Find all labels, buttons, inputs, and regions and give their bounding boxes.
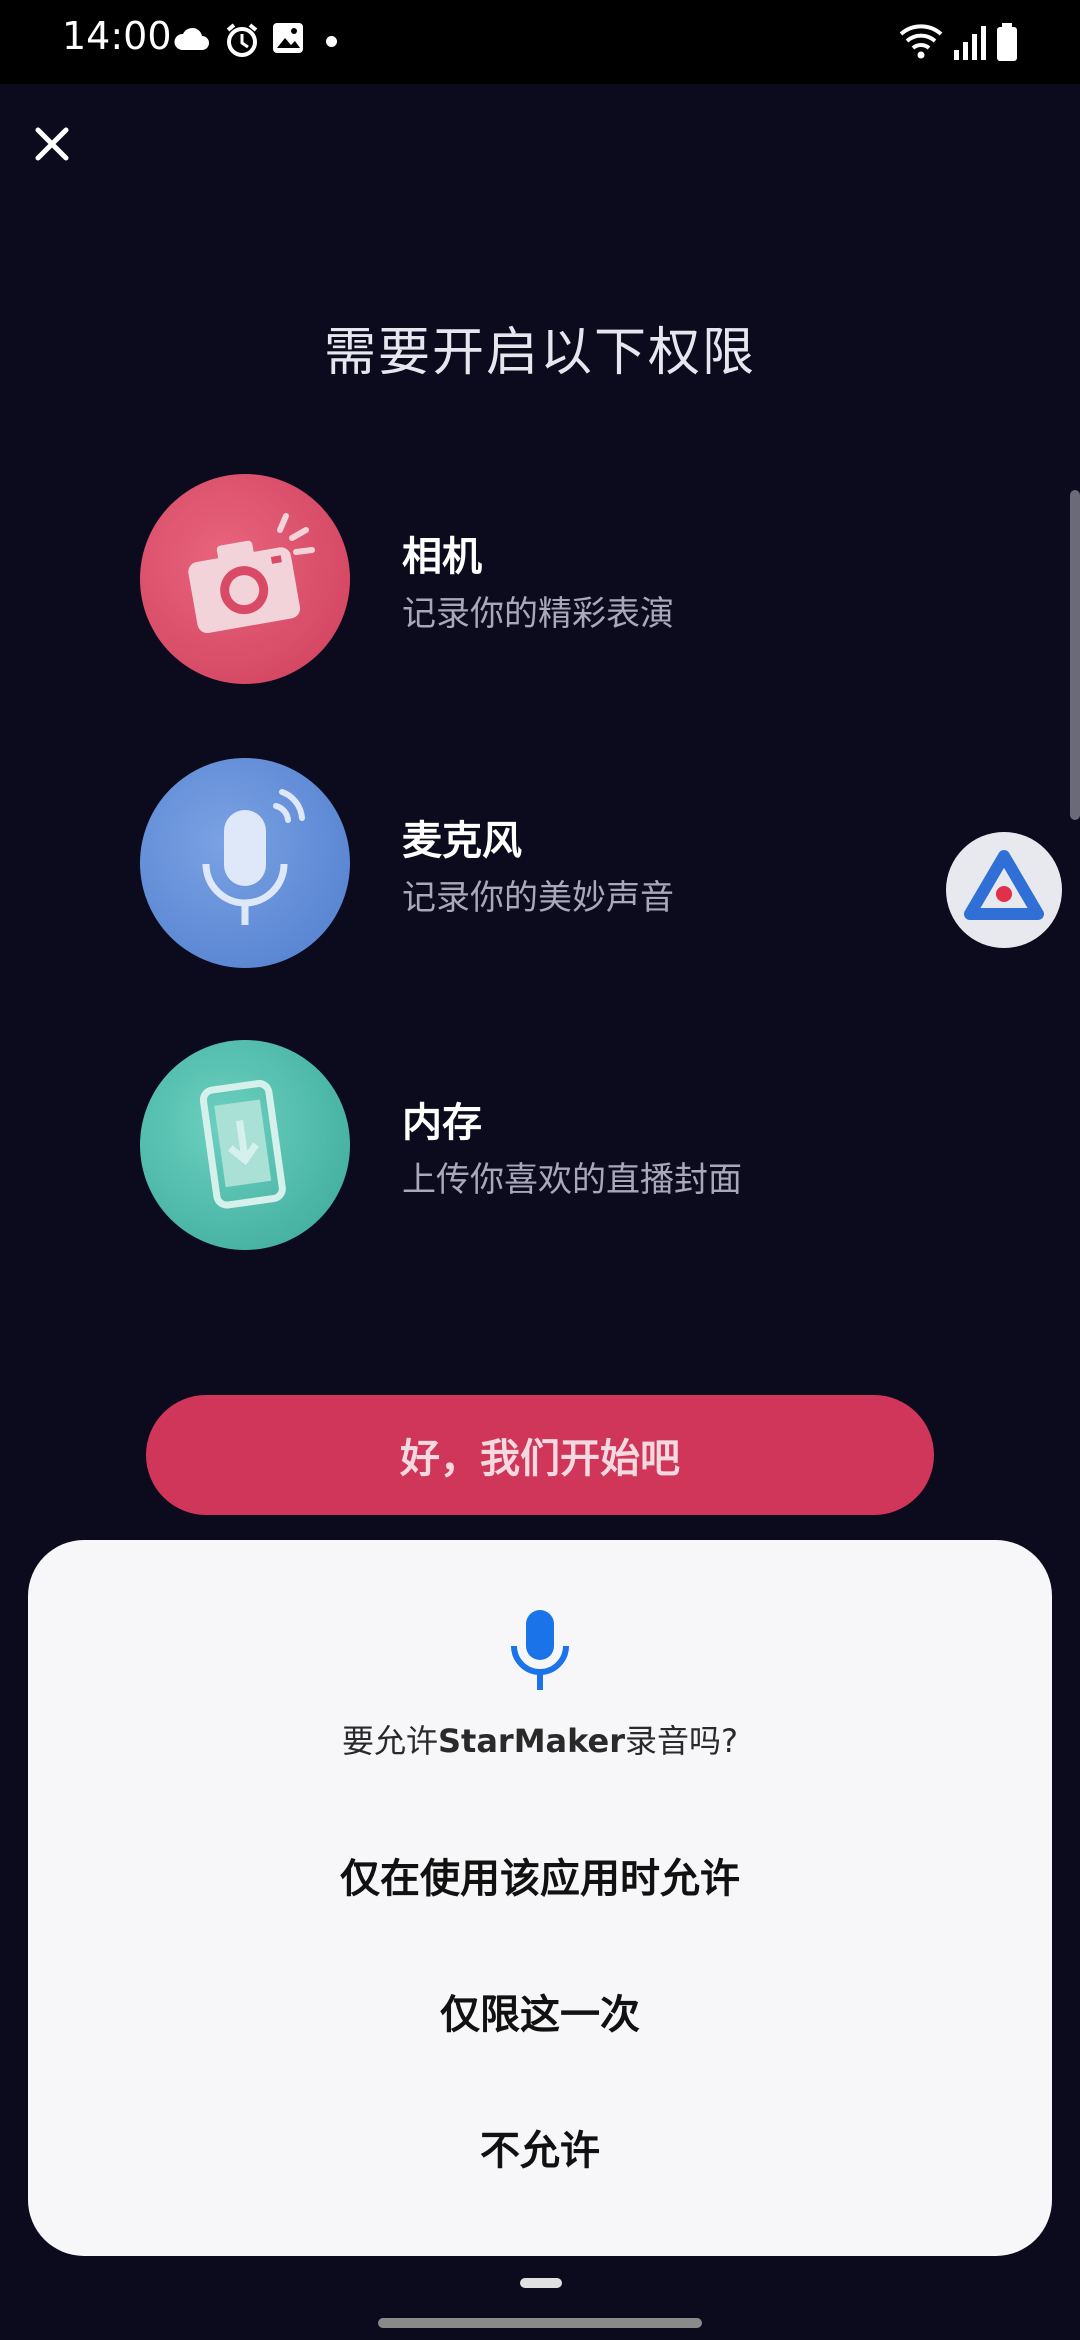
permission-item-storage: 内存 上传你喜欢的直播封面 xyxy=(140,1040,940,1250)
signal-icon xyxy=(954,26,986,60)
app-name: StarMaker xyxy=(437,1722,626,1760)
sheet-handle[interactable] xyxy=(520,2278,562,2288)
permission-description: 记录你的美妙声音 xyxy=(402,878,674,918)
image-icon xyxy=(273,23,303,53)
scroll-indicator xyxy=(1070,490,1080,820)
camera-badge xyxy=(140,474,350,684)
close-icon[interactable] xyxy=(30,122,74,166)
camera-icon xyxy=(188,513,315,634)
alarm-icon xyxy=(226,23,258,57)
question-suffix: 录音吗? xyxy=(625,1722,739,1760)
storage-badge xyxy=(140,1040,350,1250)
allow-while-using-button[interactable]: 仅在使用该应用时允许 xyxy=(88,1820,992,1930)
floating-assistant-button[interactable] xyxy=(946,832,1062,948)
assistant-logo-icon xyxy=(964,850,1044,920)
permission-item-microphone: 麦克风 记录你的美妙声音 xyxy=(140,758,940,968)
home-gesture-bar[interactable] xyxy=(378,2318,702,2328)
permission-description: 上传你喜欢的直播封面 xyxy=(402,1160,742,1200)
microphone-icon xyxy=(202,789,305,925)
cloud-icon xyxy=(174,27,209,50)
deny-button[interactable]: 不允许 xyxy=(88,2092,992,2202)
page-title: 需要开启以下权限 xyxy=(323,323,756,383)
permission-item-camera: 相机 记录你的精彩表演 xyxy=(140,474,940,684)
permission-description: 记录你的精彩表演 xyxy=(402,594,674,634)
status-time: 14:00 xyxy=(62,14,172,58)
notification-dot-icon xyxy=(326,36,337,47)
dialog-question: 要允许StarMaker录音吗? xyxy=(28,1716,1052,1762)
microphone-icon xyxy=(511,1610,569,1690)
status-bar: 14:00 xyxy=(0,0,1080,84)
permission-dialog: 要允许StarMaker录音吗? 仅在使用该应用时允许 仅限这一次 不允许 xyxy=(28,1540,1052,2256)
wifi-icon xyxy=(899,24,943,59)
start-button[interactable]: 好，我们开始吧 xyxy=(146,1395,934,1515)
allow-once-button[interactable]: 仅限这一次 xyxy=(88,1956,992,2066)
question-prefix: 要允许 xyxy=(341,1722,438,1760)
microphone-badge xyxy=(140,758,350,968)
permission-name: 相机 xyxy=(402,534,482,580)
permission-name: 麦克风 xyxy=(402,818,522,864)
permission-name: 内存 xyxy=(402,1100,482,1146)
battery-icon xyxy=(997,23,1017,61)
phone-download-icon xyxy=(199,1080,286,1209)
